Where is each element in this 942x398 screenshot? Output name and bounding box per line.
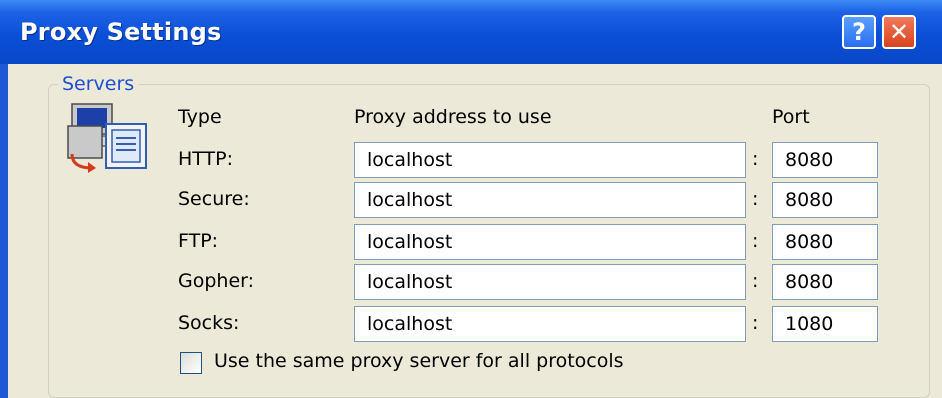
gopher-port-input[interactable] bbox=[772, 264, 878, 300]
close-icon: ✕ bbox=[888, 18, 910, 46]
socks-port-separator: : bbox=[752, 312, 759, 334]
network-computers-icon bbox=[67, 103, 147, 173]
ftp-port-separator: : bbox=[752, 230, 759, 252]
gopher-address-input[interactable] bbox=[354, 264, 746, 300]
socks-address-input[interactable] bbox=[354, 306, 746, 342]
secure-address-input[interactable] bbox=[354, 182, 746, 218]
proxy-settings-window: Proxy Settings ? ✕ Servers Type Proxy ad… bbox=[0, 0, 942, 398]
dialog-client-area: Servers Type Proxy address to use Port H… bbox=[8, 64, 942, 398]
http-label: HTTP: bbox=[178, 148, 234, 170]
secure-port-input[interactable] bbox=[772, 182, 878, 218]
type-column-header: Type bbox=[178, 106, 222, 128]
ftp-port-input[interactable] bbox=[772, 224, 878, 260]
socks-port-input[interactable] bbox=[772, 306, 878, 342]
ftp-address-input[interactable] bbox=[354, 224, 746, 260]
ftp-label: FTP: bbox=[178, 230, 219, 252]
title-bar[interactable]: Proxy Settings ? ✕ bbox=[0, 0, 942, 64]
same-proxy-checkbox[interactable] bbox=[180, 352, 202, 374]
secure-label: Secure: bbox=[178, 188, 250, 210]
port-column-header: Port bbox=[772, 106, 810, 128]
help-button[interactable]: ? bbox=[842, 15, 876, 49]
servers-group-label: Servers bbox=[58, 73, 139, 95]
http-port-input[interactable] bbox=[772, 142, 878, 178]
close-button[interactable]: ✕ bbox=[882, 15, 916, 49]
secure-port-separator: : bbox=[752, 188, 759, 210]
socks-label: Socks: bbox=[178, 312, 240, 334]
gopher-label: Gopher: bbox=[178, 270, 255, 292]
help-icon: ? bbox=[852, 18, 866, 46]
http-address-input[interactable] bbox=[354, 142, 746, 178]
window-title: Proxy Settings bbox=[20, 18, 222, 46]
http-port-separator: : bbox=[752, 148, 759, 170]
address-column-header: Proxy address to use bbox=[354, 106, 552, 128]
gopher-port-separator: : bbox=[752, 270, 759, 292]
same-proxy-label[interactable]: Use the same proxy server for all protoc… bbox=[214, 350, 624, 372]
